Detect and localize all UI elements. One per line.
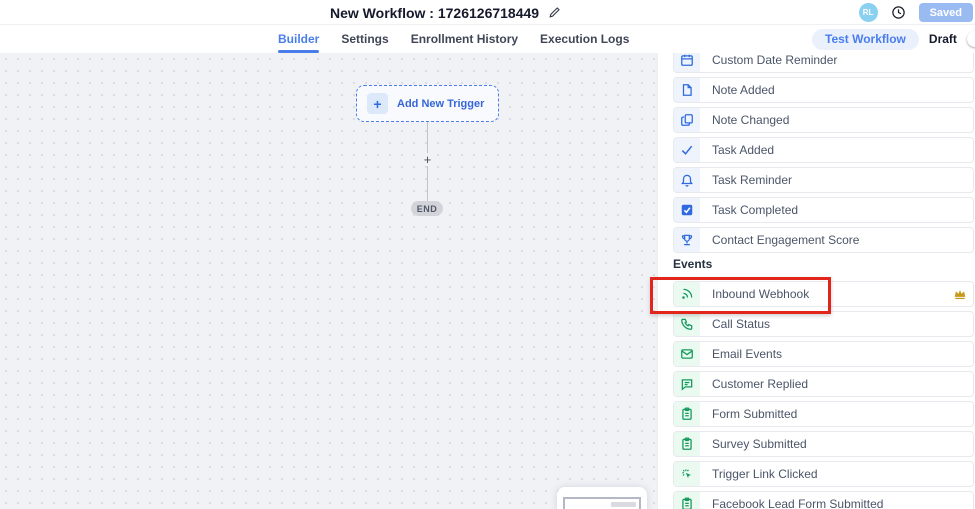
chat-bubble-icon bbox=[674, 372, 700, 396]
trigger-item-survey-submitted[interactable]: Survey Submitted bbox=[673, 431, 974, 457]
envelope-icon bbox=[674, 342, 700, 366]
trigger-item-label: Email Events bbox=[700, 342, 782, 366]
trigger-item-label: Task Reminder bbox=[700, 168, 792, 192]
trigger-item-label: Form Submitted bbox=[700, 402, 797, 426]
publish-toggle[interactable] bbox=[967, 32, 975, 46]
bottom-preview-panel bbox=[557, 487, 647, 509]
trigger-item-label: Contact Engagement Score bbox=[700, 228, 859, 252]
checkbox-checked-icon bbox=[674, 198, 700, 222]
trigger-list: Custom Date Reminder Note Added Note Cha… bbox=[673, 53, 974, 509]
webhook-icon bbox=[674, 282, 700, 306]
bell-icon bbox=[674, 168, 700, 192]
clipboard-icon bbox=[674, 492, 700, 509]
trigger-item-label: Note Changed bbox=[700, 108, 789, 132]
plus-icon: + bbox=[367, 93, 388, 114]
saved-button[interactable]: Saved bbox=[919, 3, 973, 22]
trigger-item-label: Customer Replied bbox=[700, 372, 808, 396]
checkmark-icon bbox=[674, 138, 700, 162]
trigger-item-label: Survey Submitted bbox=[700, 432, 807, 456]
trigger-item-facebook-lead-form-submitted[interactable]: Facebook Lead Form Submitted bbox=[673, 491, 974, 509]
preview-frame bbox=[563, 497, 641, 509]
trigger-item-task-completed[interactable]: Task Completed bbox=[673, 197, 974, 223]
workflow-controls: Test Workflow Draft Publish bbox=[812, 25, 975, 53]
edit-pencil-icon[interactable] bbox=[548, 6, 561, 19]
note-icon bbox=[674, 78, 700, 102]
trigger-item-label: Inbound Webhook bbox=[700, 282, 809, 306]
trigger-item-label: Call Status bbox=[700, 312, 770, 336]
trigger-item-customer-replied[interactable]: Customer Replied bbox=[673, 371, 974, 397]
trigger-item-label: Facebook Lead Form Submitted bbox=[700, 492, 883, 509]
trigger-item-contact-engagement-score[interactable]: Contact Engagement Score bbox=[673, 227, 974, 253]
tab-builder[interactable]: Builder bbox=[278, 25, 319, 53]
trigger-item-label: Task Added bbox=[700, 138, 774, 162]
toggle-knob bbox=[967, 31, 975, 47]
preview-placeholder-bar bbox=[611, 502, 636, 507]
tabs: Builder Settings Enrollment History Exec… bbox=[278, 25, 629, 53]
tab-settings[interactable]: Settings bbox=[341, 25, 388, 53]
trigger-item-label: Trigger Link Clicked bbox=[700, 462, 818, 486]
trigger-item-custom-date-reminder[interactable]: Custom Date Reminder bbox=[673, 53, 974, 73]
trigger-item-label: Note Added bbox=[700, 78, 775, 102]
test-workflow-button[interactable]: Test Workflow bbox=[812, 29, 919, 50]
trigger-item-task-reminder[interactable]: Task Reminder bbox=[673, 167, 974, 193]
history-clock-icon[interactable] bbox=[891, 5, 906, 20]
events-section-header: Events bbox=[673, 257, 974, 271]
cursor-click-icon bbox=[674, 462, 700, 486]
add-trigger-label: Add New Trigger bbox=[397, 98, 484, 110]
trigger-item-note-added[interactable]: Note Added bbox=[673, 77, 974, 103]
draft-label: Draft bbox=[929, 32, 957, 46]
workflow-builder-app: { "header": { "title": "New Workflow : 1… bbox=[0, 0, 975, 509]
trigger-item-trigger-link-clicked[interactable]: Trigger Link Clicked bbox=[673, 461, 974, 487]
tab-bar: Builder Settings Enrollment History Exec… bbox=[0, 25, 975, 53]
connector-plus-icon[interactable]: + bbox=[421, 153, 434, 166]
trigger-picker-drawer: Custom Date Reminder Note Added Note Cha… bbox=[657, 53, 975, 509]
page-title: New Workflow : 1726126718449 bbox=[330, 5, 539, 21]
trophy-icon bbox=[674, 228, 700, 252]
trigger-item-call-status[interactable]: Call Status bbox=[673, 311, 974, 337]
tab-execution-logs[interactable]: Execution Logs bbox=[540, 25, 629, 53]
phone-icon bbox=[674, 312, 700, 336]
tab-enrollment-history[interactable]: Enrollment History bbox=[411, 25, 518, 53]
premium-crown-icon bbox=[953, 282, 967, 306]
clipboard-icon bbox=[674, 402, 700, 426]
calendar-icon bbox=[674, 53, 700, 72]
trigger-item-email-events[interactable]: Email Events bbox=[673, 341, 974, 367]
header-right-controls: RL Saved bbox=[859, 0, 973, 25]
trigger-item-task-added[interactable]: Task Added bbox=[673, 137, 974, 163]
avatar[interactable]: RL bbox=[859, 3, 878, 22]
note-copy-icon bbox=[674, 108, 700, 132]
add-new-trigger-button[interactable]: + Add New Trigger bbox=[356, 85, 499, 122]
end-node: END bbox=[411, 201, 443, 216]
trigger-item-form-submitted[interactable]: Form Submitted bbox=[673, 401, 974, 427]
trigger-item-inbound-webhook[interactable]: Inbound Webhook bbox=[673, 281, 974, 307]
top-header: New Workflow : 1726126718449 RL Saved bbox=[0, 0, 975, 25]
trigger-item-note-changed[interactable]: Note Changed bbox=[673, 107, 974, 133]
trigger-item-label: Custom Date Reminder bbox=[700, 53, 837, 72]
clipboard-icon bbox=[674, 432, 700, 456]
trigger-item-label: Task Completed bbox=[700, 198, 798, 222]
workflow-title-wrap: New Workflow : 1726126718449 bbox=[330, 0, 561, 25]
